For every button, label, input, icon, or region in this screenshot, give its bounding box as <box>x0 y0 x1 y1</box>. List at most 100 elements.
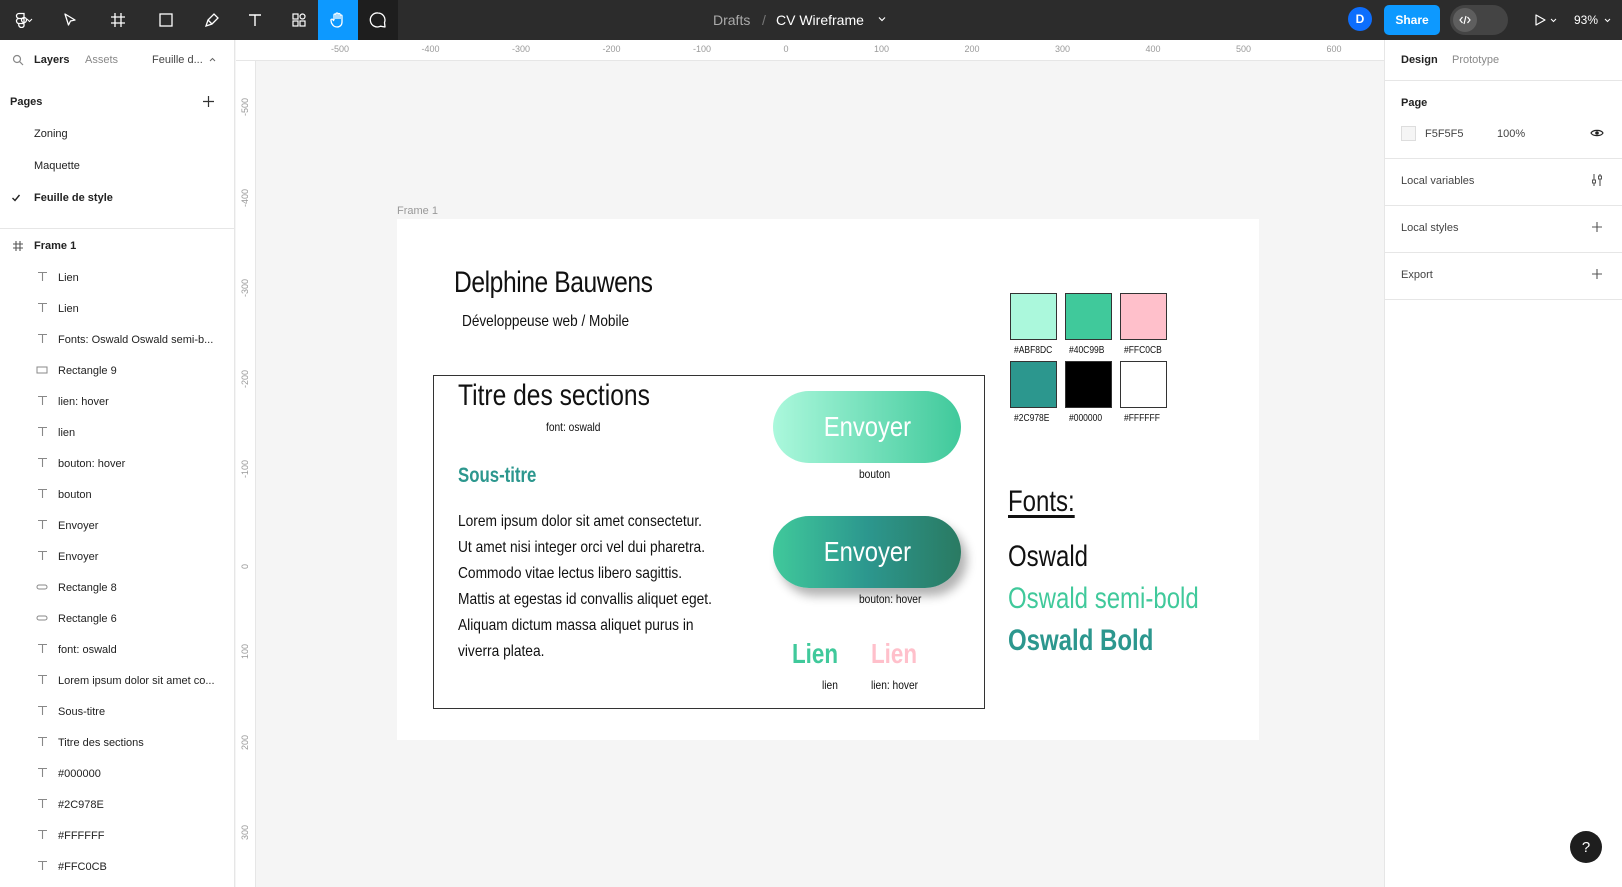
layers-panel: Layers Assets Feuille d... Pages Zoning … <box>0 40 235 887</box>
color-hex-label[interactable]: #000000 <box>1069 413 1102 424</box>
color-hex-label[interactable]: #40C99B <box>1069 345 1104 356</box>
fonts-title[interactable]: Fonts: <box>1008 485 1075 519</box>
chevron-up-icon[interactable] <box>209 57 216 62</box>
layer-item[interactable]: #FFC0CB <box>0 851 235 883</box>
layer-item[interactable]: #FFFFFF <box>0 820 235 852</box>
text-icon <box>36 674 48 688</box>
section-font-caption[interactable]: font: oswald <box>546 420 600 434</box>
color-swatch[interactable] <box>1010 293 1057 340</box>
page-item-feuille-de-style[interactable]: Feuille de style <box>0 182 235 214</box>
font-semibold-sample[interactable]: Oswald semi-bold <box>1008 582 1199 616</box>
move-tool-button[interactable] <box>50 0 90 40</box>
dev-mode-toggle[interactable] <box>1450 5 1508 35</box>
search-icon[interactable] <box>12 54 24 66</box>
eye-icon[interactable] <box>1590 128 1604 138</box>
layer-item[interactable]: Sous-titre <box>0 696 235 728</box>
help-button[interactable]: ? <box>1570 831 1602 863</box>
add-style-icon[interactable] <box>1591 221 1603 233</box>
color-hex-label[interactable]: #ABF8DC <box>1014 345 1052 356</box>
ruler-tick-label: -100 <box>693 44 712 54</box>
layer-item[interactable]: Envoyer <box>0 510 235 542</box>
local-styles-label[interactable]: Local styles <box>1401 222 1458 234</box>
layer-item[interactable]: #000000 <box>0 758 235 790</box>
page-color-swatch[interactable] <box>1401 126 1416 141</box>
canvas[interactable]: Frame 1 Delphine Bauwens Développeuse we… <box>257 61 1384 887</box>
resources-button[interactable] <box>282 0 316 40</box>
link-caption[interactable]: lien <box>822 678 838 692</box>
link-hover-caption[interactable]: lien: hover <box>871 678 918 692</box>
add-export-icon[interactable] <box>1591 268 1603 280</box>
subtitle[interactable]: Sous-titre <box>458 464 536 488</box>
export-label[interactable]: Export <box>1401 269 1433 281</box>
layer-item[interactable]: Lorem ipsum dolor sit amet co... <box>0 665 235 697</box>
frame-label[interactable]: Frame 1 <box>397 205 438 217</box>
share-button[interactable]: Share <box>1384 5 1440 35</box>
layer-item[interactable]: Rectangle 8 <box>0 572 235 604</box>
color-swatch[interactable] <box>1065 361 1112 408</box>
tab-layers[interactable]: Layers <box>34 54 69 66</box>
color-hex-label[interactable]: #2C978E <box>1014 413 1049 424</box>
style-box-rectangle[interactable]: Titre des sections font: oswald Sous-tit… <box>433 375 985 709</box>
font-bold-sample[interactable]: Oswald Bold <box>1008 624 1153 658</box>
color-hex-label[interactable]: #FFC0CB <box>1124 345 1162 356</box>
layer-item[interactable]: lien: hover <box>0 386 235 418</box>
zoom-level[interactable]: 93% <box>1574 0 1611 40</box>
layer-item[interactable]: Titre des sections <box>0 727 235 759</box>
link-hover-sample[interactable]: Lien <box>871 638 917 670</box>
frame-1[interactable]: Delphine Bauwens Développeuse web / Mobi… <box>397 219 1259 740</box>
hand-tool-button[interactable] <box>318 0 358 40</box>
layer-item[interactable]: Rectangle 9 <box>0 355 235 387</box>
tab-assets[interactable]: Assets <box>85 54 118 66</box>
color-swatch[interactable] <box>1010 361 1057 408</box>
layer-frame[interactable]: Frame 1 <box>0 230 235 262</box>
page-item-maquette[interactable]: Maquette <box>0 150 235 182</box>
role-subtitle[interactable]: Développeuse web / Mobile <box>462 313 629 331</box>
text-tool-button[interactable] <box>238 0 272 40</box>
envoyer-hover-button[interactable]: Envoyer <box>773 516 961 588</box>
link-sample[interactable]: Lien <box>792 638 838 670</box>
avatar[interactable]: D <box>1348 7 1372 31</box>
color-swatch[interactable] <box>1120 361 1167 408</box>
breadcrumb-drafts[interactable]: Drafts <box>713 0 750 40</box>
layer-item[interactable]: Rectangle 6 <box>0 603 235 635</box>
tab-prototype[interactable]: Prototype <box>1452 54 1499 66</box>
color-hex-label[interactable]: #FFFFFF <box>1124 413 1160 424</box>
layer-item[interactable]: bouton <box>0 479 235 511</box>
layer-item[interactable]: bouton: hover <box>0 448 235 480</box>
tab-design[interactable]: Design <box>1401 54 1438 66</box>
section-title[interactable]: Titre des sections <box>458 379 650 413</box>
ruler-tick-label: 200 <box>240 734 250 750</box>
font-regular-sample[interactable]: Oswald <box>1008 540 1088 574</box>
main-menu-button[interactable] <box>4 0 40 40</box>
envoyer-button[interactable]: Envoyer <box>773 391 961 463</box>
page-item-zoning[interactable]: Zoning <box>0 118 235 150</box>
color-swatch[interactable] <box>1120 293 1167 340</box>
layer-item[interactable]: lien <box>0 417 235 449</box>
layer-item[interactable]: Envoyer <box>0 541 235 573</box>
pen-tool-button[interactable] <box>192 0 232 40</box>
layer-item[interactable]: Lien <box>0 293 235 325</box>
page-selector[interactable]: Feuille d... <box>152 54 203 66</box>
variables-settings-icon[interactable] <box>1590 173 1604 187</box>
button-caption[interactable]: bouton <box>859 467 890 481</box>
add-page-icon[interactable] <box>202 95 215 108</box>
layer-item[interactable]: #2C978E <box>0 789 235 821</box>
pages-heading: Pages <box>10 96 43 108</box>
present-button[interactable] <box>1522 0 1558 40</box>
frame-tool-button[interactable] <box>98 0 138 40</box>
layer-item[interactable]: Fonts: Oswald Oswald semi-b... <box>0 324 235 356</box>
page-opacity-value[interactable]: 100% <box>1497 128 1525 140</box>
lorem-text[interactable]: Lorem ipsum dolor sit amet consectetur. … <box>458 509 725 665</box>
layer-item[interactable]: Lien <box>0 262 235 294</box>
page-color-value[interactable]: F5F5F5 <box>1425 128 1464 140</box>
file-name[interactable]: CV Wireframe <box>776 0 864 40</box>
button-hover-caption[interactable]: bouton: hover <box>859 592 921 606</box>
comment-tool-button[interactable] <box>358 0 398 40</box>
color-swatch[interactable] <box>1065 293 1112 340</box>
zoom-value: 93% <box>1574 13 1599 27</box>
chevron-down-icon[interactable] <box>877 14 887 24</box>
shape-tool-button[interactable] <box>146 0 186 40</box>
name-title[interactable]: Delphine Bauwens <box>454 266 653 300</box>
layer-item[interactable]: font: oswald <box>0 634 235 666</box>
local-variables-label[interactable]: Local variables <box>1401 175 1474 187</box>
